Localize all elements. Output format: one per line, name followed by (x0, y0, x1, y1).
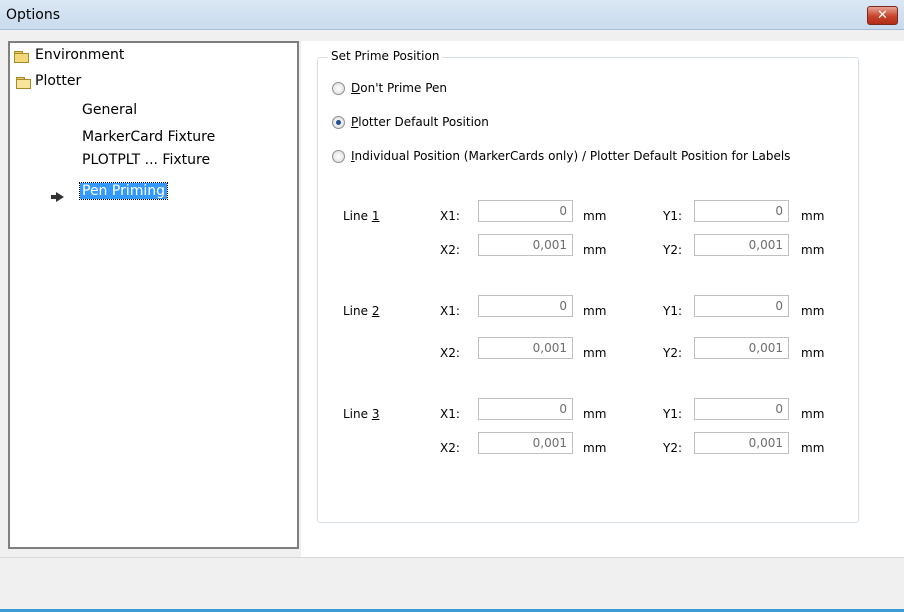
radio-individual-position[interactable]: Individual Position (MarkerCards only) /… (332, 149, 790, 163)
title-bar: Options ✕ (0, 0, 904, 30)
mm-unit: mm (583, 243, 607, 257)
set-prime-position-group: Set Prime Position Don't Prime Pen Plott… (317, 49, 859, 523)
line-1-x1-input[interactable]: 0 (478, 200, 573, 222)
radio-dont-prime-pen[interactable]: Don't Prime Pen (332, 81, 447, 95)
line-2-x1-input[interactable]: 0 (478, 295, 573, 317)
line-2-x2-input[interactable]: 0,001 (478, 337, 573, 359)
y1-label: Y1: (663, 407, 683, 421)
mm-unit: mm (583, 304, 607, 318)
y1-label: Y1: (663, 304, 683, 318)
y2-label: Y2: (663, 243, 683, 257)
mm-unit: mm (801, 209, 825, 223)
footer-bar (0, 557, 904, 611)
y1-label: Y1: (663, 209, 683, 223)
window-title: Options (6, 7, 61, 23)
line-3-x1-input[interactable]: 0 (478, 398, 573, 420)
x1-label: X1: (440, 407, 460, 421)
radio-button[interactable] (332, 81, 345, 95)
line-2-y2-input[interactable]: 0,001 (694, 337, 789, 359)
line-3-y2-input[interactable]: 0,001 (694, 432, 789, 454)
line-3-label: Line 3 (343, 407, 380, 421)
line-1-label: Line 1 (343, 209, 380, 223)
tree-item-plotter[interactable]: Plotter (35, 73, 81, 89)
mm-unit: mm (583, 407, 607, 421)
line-3-y1-input[interactable]: 0 (694, 398, 789, 420)
x1-label: X1: (440, 304, 460, 318)
line-1-y1-input[interactable]: 0 (694, 200, 789, 222)
folder-icon (14, 51, 30, 63)
mm-unit: mm (801, 407, 825, 421)
line-2-y1-input[interactable]: 0 (694, 295, 789, 317)
tree-item-pen-priming[interactable]: Pen Priming (78, 182, 169, 200)
mm-unit: mm (583, 346, 607, 360)
group-title: Set Prime Position (328, 49, 443, 63)
mm-unit: mm (583, 209, 607, 223)
line-1-x2-input[interactable]: 0,001 (478, 234, 573, 256)
mm-unit: mm (801, 441, 825, 455)
mm-unit: mm (583, 441, 607, 455)
line-2-label: Line 2 (343, 304, 380, 318)
line-1-y2-input[interactable]: 0,001 (694, 234, 789, 256)
options-tree: Environment Plotter General MarkerCard F… (8, 41, 299, 549)
x2-label: X2: (440, 243, 460, 257)
x2-label: X2: (440, 346, 460, 360)
y2-label: Y2: (663, 346, 683, 360)
open-folder-icon (16, 77, 32, 89)
settings-panel: Set Prime Position Don't Prime Pen Plott… (301, 41, 904, 558)
tree-item-markercard-fixture[interactable]: MarkerCard Fixture (82, 129, 215, 145)
arrow-right-icon (56, 192, 64, 202)
radio-button[interactable] (332, 149, 345, 163)
tree-item-general[interactable]: General (82, 102, 137, 118)
mm-unit: mm (801, 304, 825, 318)
mm-unit: mm (801, 243, 825, 257)
radio-button-checked[interactable] (332, 115, 345, 129)
radio-plotter-default-position[interactable]: Plotter Default Position (332, 115, 489, 129)
tree-item-environment[interactable]: Environment (35, 47, 124, 63)
x2-label: X2: (440, 441, 460, 455)
tree-item-plotplt-fixture[interactable]: PLOTPLT ... Fixture (82, 152, 210, 168)
x1-label: X1: (440, 209, 460, 223)
y2-label: Y2: (663, 441, 683, 455)
line-3-x2-input[interactable]: 0,001 (478, 432, 573, 454)
mm-unit: mm (801, 346, 825, 360)
close-button[interactable]: ✕ (867, 6, 898, 25)
